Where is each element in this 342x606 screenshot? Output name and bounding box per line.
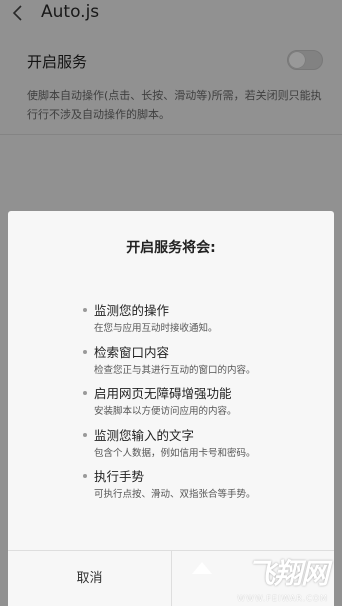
permission-list: 监测您的操作 在您与应用互动时接收通知。 检索窗口内容 检查您正与其进行互动的窗…	[8, 300, 334, 508]
permission-dialog: 开启服务将会: 监测您的操作 在您与应用互动时接收通知。 检索窗口内容 检查您正…	[8, 211, 334, 606]
bullet-icon	[83, 474, 87, 478]
bullet-icon	[83, 391, 87, 395]
list-item: 监测您输入的文字 包含个人数据，例如信用卡号和密码。	[8, 425, 334, 467]
permission-description: 安装脚本以方便访问应用的内容。	[94, 406, 237, 417]
bullet-icon	[83, 349, 87, 354]
bullet-icon	[83, 432, 87, 437]
cancel-button[interactable]: 取消	[8, 551, 171, 606]
permission-title: 启用网页无障碍增强功能	[94, 386, 232, 401]
permission-title: 检索窗口内容	[94, 344, 170, 360]
permission-title: 执行手势	[94, 469, 145, 484]
list-item: 启用网页无障碍增强功能 安装脚本以方便访问应用的内容。	[8, 383, 334, 425]
dialog-button-bar: 取消	[8, 550, 334, 606]
dialog-title: 开启服务将会:	[126, 240, 216, 256]
bullet-icon	[83, 308, 87, 312]
permission-description: 包含个人数据，例如信用卡号和密码。	[94, 447, 256, 459]
list-item: 监测您的操作 在您与应用互动时接收通知。	[8, 300, 334, 342]
list-item: 检索窗口内容 检查您正与其进行互动的窗口的内容。	[8, 342, 334, 384]
confirm-button[interactable]	[171, 551, 334, 606]
permission-description: 检查您正与其进行互动的窗口的内容。	[94, 364, 256, 376]
permission-description: 在您与应用互动时接收通知。	[94, 323, 218, 334]
permission-title: 监测您输入的文字	[94, 427, 195, 443]
list-item: 执行手势 可执行点按、滑动、双指张合等手势。	[8, 466, 334, 508]
permission-title: 监测您的操作	[94, 303, 170, 318]
permission-description: 可执行点按、滑动、双指张合等手势。	[94, 489, 256, 500]
